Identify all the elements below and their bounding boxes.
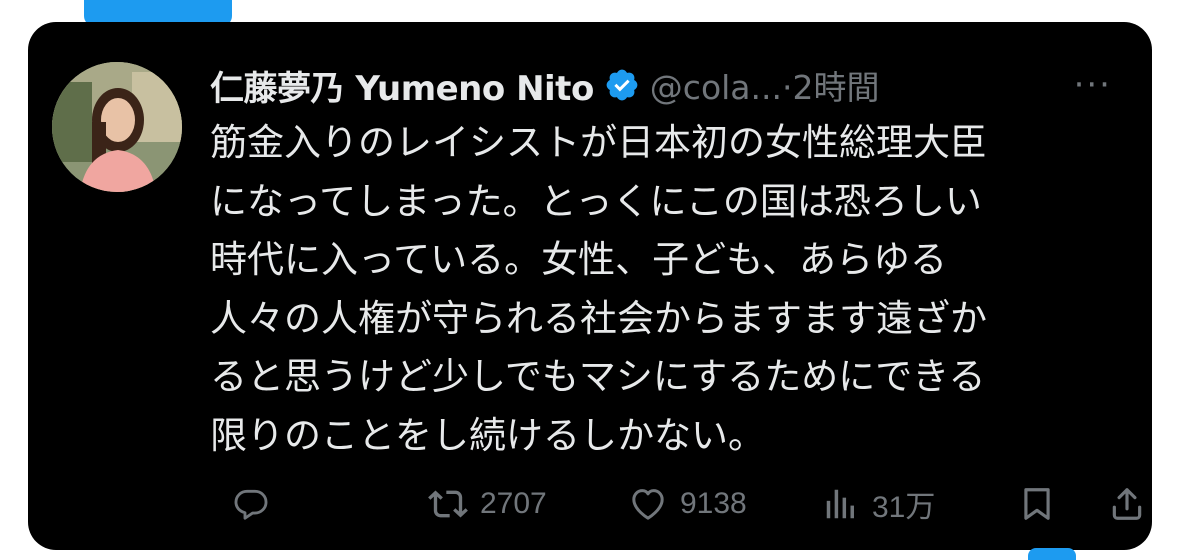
post-header: 仁藤夢乃 Yumeno Nito @cola...·2時間 ···	[210, 58, 1130, 112]
share-icon	[1112, 488, 1142, 520]
post-body-line: 限りのことをし続けるしかない。	[210, 413, 765, 457]
avatar-photo	[52, 62, 182, 192]
handle-and-time[interactable]: @cola...·2時間	[650, 61, 880, 109]
like-count: 9138	[680, 487, 747, 520]
action-bar: 2707 9138 31万	[210, 482, 1142, 526]
post-body-line: 筋金入りのレイシストが日本初の女性総理大臣	[210, 121, 987, 164]
avatar[interactable]	[52, 62, 182, 192]
post-body: 筋金入りのレイシストが日本初の女性総理大臣 になってしまった。とっくにこの国は恐…	[210, 114, 1120, 465]
post-card[interactable]: 仁藤夢乃 Yumeno Nito @cola...·2時間 ··· 筋金入りのレ…	[28, 22, 1152, 550]
views-bar-icon	[826, 489, 854, 519]
retweet-icon	[428, 490, 468, 518]
post-body-line: 時代に入っている。女性、子ども、あらゆる	[210, 238, 948, 281]
views-button[interactable]: 31万	[822, 482, 935, 526]
post-body-line: ると思うけど少しでもマシにするためにできる	[210, 355, 986, 398]
like-button[interactable]: 9138	[628, 482, 747, 526]
bottom-accent-bar	[1028, 548, 1076, 560]
share-button[interactable]	[1108, 482, 1146, 526]
heart-icon	[632, 489, 664, 520]
post-body-line: 人々の人権が守られる社会からますます遠ざか	[210, 296, 987, 340]
retweet-count: 2707	[480, 487, 547, 520]
bookmark-icon	[1024, 488, 1050, 520]
verified-badge-icon	[604, 67, 640, 103]
reply-icon	[234, 489, 268, 520]
display-name[interactable]: 仁藤夢乃 Yumeno Nito	[210, 61, 594, 110]
post-body-line: になってしまった。とっくにこの国は恐ろしい	[210, 179, 982, 223]
views-count: 31万	[872, 491, 936, 524]
retweet-button[interactable]: 2707	[428, 482, 547, 526]
bookmark-button[interactable]	[1018, 482, 1056, 526]
reply-button[interactable]	[232, 482, 270, 526]
more-options-icon[interactable]: ···	[1074, 60, 1112, 110]
